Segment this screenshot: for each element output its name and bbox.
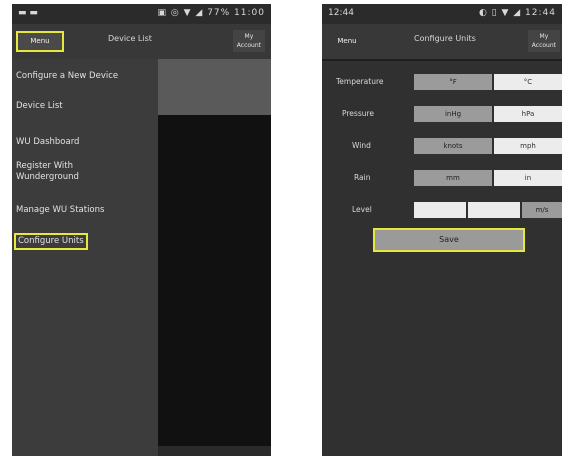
phone-screen-right: 12:44 ◐ ▯ ▼ ◢ 12:44 Menu Configure Units… [322, 4, 562, 456]
save-button[interactable]: Save [373, 228, 525, 252]
drawer-item-register-line-1: Register With [16, 161, 73, 171]
bottom-strip [158, 446, 271, 456]
unit-row-pressure: Pressure inHg hPa [322, 106, 562, 122]
my-account-line-1: My [244, 33, 254, 40]
my-account-button[interactable]: My Account [527, 30, 560, 52]
row-label: Temperature [336, 77, 384, 86]
my-account-line-2: Account [531, 42, 556, 49]
drawer-item-configure-new-device[interactable]: Configure a New Device [16, 71, 118, 82]
unit-row-temperature: Temperature °F °C [322, 74, 562, 90]
drawer-item-configure-units[interactable]: Configure Units [14, 233, 88, 250]
my-account-line-2: Account [236, 42, 261, 49]
drawer-item-register-line-2: Wunderground [16, 172, 79, 182]
app-bar: Menu Device List My Account [12, 24, 271, 59]
option-inhg[interactable]: inHg [414, 106, 492, 122]
app-bar: Menu Configure Units My Account [322, 24, 562, 59]
status-left-icons: ▬ ▬ [18, 8, 38, 18]
option-level-1[interactable] [414, 202, 466, 218]
my-account-button[interactable]: My Account [232, 30, 265, 52]
menu-button[interactable]: Menu [328, 33, 366, 50]
option-hpa[interactable]: hPa [494, 106, 562, 122]
my-account-line-1: My [539, 33, 549, 40]
status-right-icons: ◐ ▯ ▼ ◢ 12:44 [478, 8, 556, 18]
option-mm[interactable]: mm [414, 170, 492, 186]
drawer-item-register-wunderground[interactable]: Register With Wunderground [16, 161, 79, 183]
unit-row-wind: Wind knots mph [322, 138, 562, 154]
scrim-overlay[interactable] [158, 115, 271, 456]
status-bar: ▬ ▬ ▣ ◎ ▼ ◢ 77% 11:00 [12, 4, 271, 24]
status-right-icons: ▣ ◎ ▼ ◢ 77% 11:00 [157, 8, 265, 18]
page-title: Configure Units [414, 34, 476, 43]
drawer-item-wu-dashboard[interactable]: WU Dashboard [16, 137, 79, 148]
option-knots[interactable]: knots [414, 138, 492, 154]
unit-row-level: Level m/s [322, 202, 562, 218]
status-time: 12:44 [328, 8, 354, 18]
scrim-overlay-top [158, 59, 271, 115]
row-label: Rain [354, 173, 371, 182]
row-label: Pressure [342, 109, 375, 118]
row-label: Level [352, 205, 372, 214]
drawer-item-manage-wu-stations[interactable]: Manage WU Stations [16, 205, 104, 216]
unit-row-rain: Rain mm in [322, 170, 562, 186]
navigation-drawer: Configure a New Device Device List WU Da… [12, 59, 158, 456]
option-fahrenheit[interactable]: °F [414, 74, 492, 90]
divider [322, 59, 562, 61]
menu-button[interactable]: Menu [16, 31, 64, 52]
option-level-3[interactable]: m/s [522, 202, 562, 218]
option-celsius[interactable]: °C [494, 74, 562, 90]
option-level-2[interactable] [468, 202, 520, 218]
option-mph[interactable]: mph [494, 138, 562, 154]
phone-screen-left: ▬ ▬ ▣ ◎ ▼ ◢ 77% 11:00 Menu Device List M… [12, 4, 271, 456]
page-title: Device List [108, 34, 152, 43]
option-in[interactable]: in [494, 170, 562, 186]
drawer-item-device-list[interactable]: Device List [16, 101, 63, 112]
status-bar: 12:44 ◐ ▯ ▼ ◢ 12:44 [322, 4, 562, 24]
row-label: Wind [352, 141, 371, 150]
